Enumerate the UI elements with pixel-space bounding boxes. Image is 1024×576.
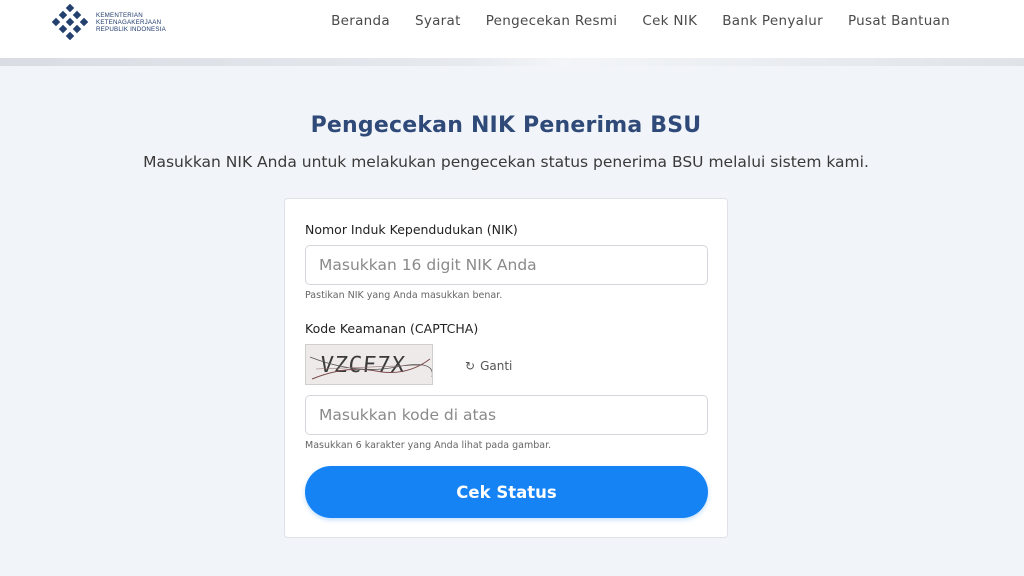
nik-hint: Pastikan NIK yang Anda masukkan benar. [305, 290, 503, 301]
header-divider [0, 58, 1024, 66]
captcha-hint: Masukkan 6 karakter yang Anda lihat pada… [305, 440, 552, 451]
site-header: KEMENTERIAN KETENAGAKERJAAN REPUBLIK IND… [0, 0, 1024, 58]
nik-check-form: Nomor Induk Kependudukan (NIK) Pastikan … [284, 198, 728, 538]
check-status-button[interactable]: Cek Status [305, 466, 708, 518]
ministry-logo[interactable]: KEMENTERIAN KETENAGAKERJAAN REPUBLIK IND… [52, 4, 176, 40]
nav-syarat[interactable]: Syarat [415, 13, 461, 29]
nav-beranda[interactable]: Beranda [331, 13, 390, 29]
captcha-input[interactable] [305, 395, 708, 435]
nik-input[interactable] [305, 245, 708, 285]
logo-text: KEMENTERIAN KETENAGAKERJAAN REPUBLIK IND… [96, 12, 166, 33]
captcha-noise [309, 356, 432, 380]
main-nav: Beranda Syarat Pengecekan Resmi Cek NIK … [306, 13, 950, 29]
page-subtitle: Masukkan NIK Anda untuk melakukan pengec… [143, 153, 869, 171]
captcha-label: Kode Keamanan (CAPTCHA) [305, 321, 479, 336]
nav-bank-penyalur[interactable]: Bank Penyalur [722, 13, 823, 29]
page-title: Pengecekan NIK Penerima BSU [310, 113, 702, 138]
nik-label: Nomor Induk Kependudukan (NIK) [305, 222, 518, 237]
refresh-icon: ↻ [465, 359, 476, 373]
captcha-image: VZCF7X [305, 344, 433, 385]
logo-line-2: KETENAGAKERJAAN [96, 19, 162, 26]
nav-cek-nik[interactable]: Cek NIK [642, 13, 697, 29]
nav-pusat-bantuan[interactable]: Pusat Bantuan [848, 13, 950, 29]
logo-line-3: REPUBLIK INDONESIA [96, 26, 166, 33]
nav-pengecekan-resmi[interactable]: Pengecekan Resmi [486, 13, 618, 29]
refresh-label: Ganti [480, 359, 513, 373]
ministry-logo-icon [52, 4, 88, 40]
captcha-refresh-button[interactable]: ↻ Ganti [465, 359, 512, 373]
logo-line-1: KEMENTERIAN [96, 12, 143, 19]
